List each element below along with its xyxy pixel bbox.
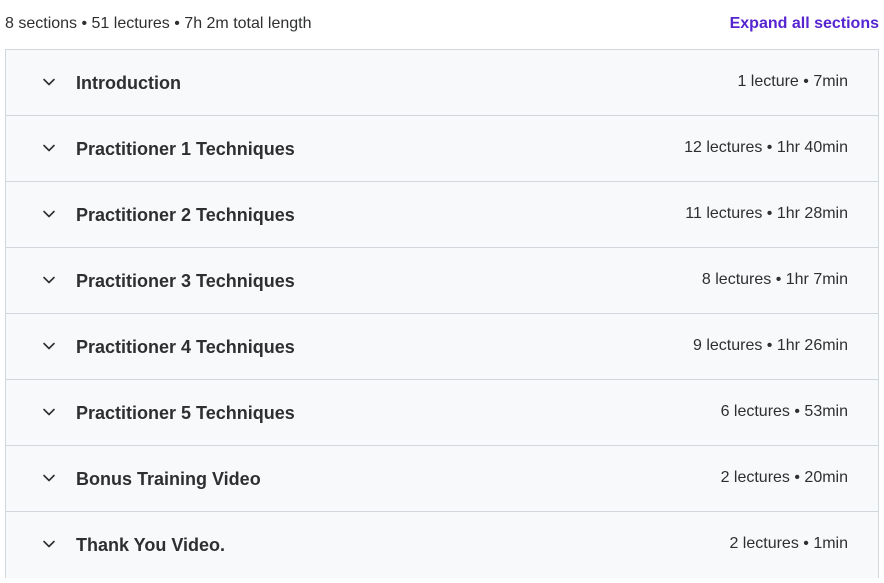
chevron-down-icon	[42, 141, 56, 155]
course-summary-text: 8 sections • 51 lectures • 7h 2m total l…	[5, 15, 312, 32]
section-title: Thank You Video.	[76, 535, 226, 555]
chevron-down-icon	[42, 537, 56, 551]
chevron-down-icon	[42, 273, 56, 287]
section-meta: 2 lectures • 1min	[729, 535, 848, 552]
section-meta: 8 lectures • 1hr 7min	[701, 271, 848, 288]
section-list: Introduction 1 lecture • 7min Practition…	[5, 49, 879, 578]
section-meta: 2 lectures • 20min	[720, 469, 848, 486]
section-item-bonus-training-video[interactable]: Bonus Training Video 2 lectures • 20min	[6, 446, 878, 512]
section-meta: 11 lectures • 1hr 28min	[685, 205, 848, 222]
section-item-practitioner-3[interactable]: Practitioner 3 Techniques 8 lectures • 1…	[6, 248, 878, 314]
section-title: Practitioner 4 Techniques	[76, 337, 295, 357]
chevron-down-icon	[42, 471, 56, 485]
section-title: Practitioner 2 Techniques	[76, 205, 295, 225]
section-title: Practitioner 1 Techniques	[76, 139, 295, 159]
section-meta: 9 lectures • 1hr 26min	[692, 337, 848, 354]
section-title: Introduction	[76, 73, 181, 93]
section-item-practitioner-2[interactable]: Practitioner 2 Techniques 11 lectures • …	[6, 182, 878, 248]
chevron-down-icon	[42, 339, 56, 353]
section-title: Practitioner 5 Techniques	[76, 403, 295, 423]
section-item-practitioner-1[interactable]: Practitioner 1 Techniques 12 lectures • …	[6, 116, 878, 182]
section-meta: 6 lectures • 53min	[720, 403, 848, 420]
expand-all-sections-button[interactable]: Expand all sections	[730, 14, 879, 34]
chevron-down-icon	[42, 405, 56, 419]
section-item-thank-you-video[interactable]: Thank You Video. 2 lectures • 1min	[6, 512, 878, 578]
section-item-practitioner-4[interactable]: Practitioner 4 Techniques 9 lectures • 1…	[6, 314, 878, 380]
section-item-practitioner-5[interactable]: Practitioner 5 Techniques 6 lectures • 5…	[6, 380, 878, 446]
chevron-down-icon	[42, 207, 56, 221]
course-summary-bar: 8 sections • 51 lectures • 7h 2m total l…	[0, 0, 884, 48]
section-item-introduction[interactable]: Introduction 1 lecture • 7min	[6, 50, 878, 116]
section-title: Bonus Training Video	[76, 469, 261, 489]
section-meta: 12 lectures • 1hr 40min	[684, 139, 848, 156]
chevron-down-icon	[42, 75, 56, 89]
section-meta: 1 lecture • 7min	[737, 73, 848, 90]
section-title: Practitioner 3 Techniques	[76, 271, 295, 291]
course-content-panel: 8 sections • 51 lectures • 7h 2m total l…	[0, 0, 884, 583]
